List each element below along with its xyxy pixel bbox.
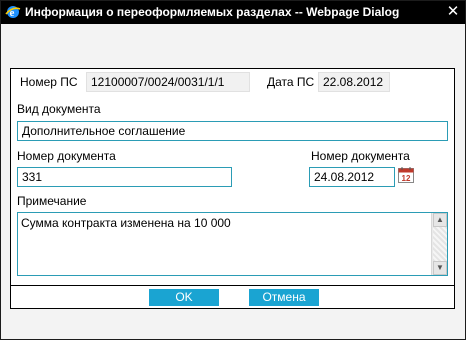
ok-button[interactable]: OK (149, 289, 219, 306)
ps-date-value: 22.08.2012 (318, 72, 390, 92)
cancel-button[interactable]: Отмена (249, 289, 319, 306)
button-bar: OK Отмена (10, 285, 455, 309)
scroll-down-icon[interactable]: ▼ (433, 261, 447, 275)
ps-date-label: Дата ПС (267, 75, 315, 89)
note-scrollbar[interactable]: ▲ ▼ (431, 213, 447, 275)
ps-number-label: Номер ПС (20, 75, 78, 89)
window-title: Информация о переоформляемых разделах --… (25, 5, 400, 19)
scroll-up-icon[interactable]: ▲ (433, 213, 447, 227)
note-text: Сумма контракта изменена на 10 000 (21, 216, 231, 230)
doc-type-field[interactable]: Дополнительное соглашение (17, 121, 448, 141)
note-label: Примечание (17, 194, 87, 208)
calendar-day: 12 (402, 174, 411, 183)
scroll-track[interactable] (433, 227, 447, 261)
ie-icon: e (5, 4, 21, 20)
dialog-client-area: Номер ПС 12100007/0024/0031/1/1 Дата ПС … (1, 24, 465, 339)
note-textarea[interactable]: Сумма контракта изменена на 10 000 ▲ ▼ (17, 212, 448, 276)
calendar-icon[interactable]: 12 (397, 166, 415, 184)
title-bar[interactable]: e Информация о переоформляемых разделах … (1, 1, 465, 24)
doc-date-label: Номер документа (311, 149, 410, 163)
doc-number-label: Номер документа (17, 149, 116, 163)
form-panel: Номер ПС 12100007/0024/0031/1/1 Дата ПС … (10, 68, 455, 302)
dialog-window: e Информация о переоформляемых разделах … (0, 0, 466, 340)
close-icon[interactable]: ✕ (444, 3, 462, 21)
doc-type-label: Вид документа (17, 102, 101, 116)
doc-date-field[interactable]: 24.08.2012 (309, 167, 395, 187)
ps-number-value: 12100007/0024/0031/1/1 (86, 72, 250, 92)
doc-number-field[interactable]: 331 (17, 167, 232, 187)
